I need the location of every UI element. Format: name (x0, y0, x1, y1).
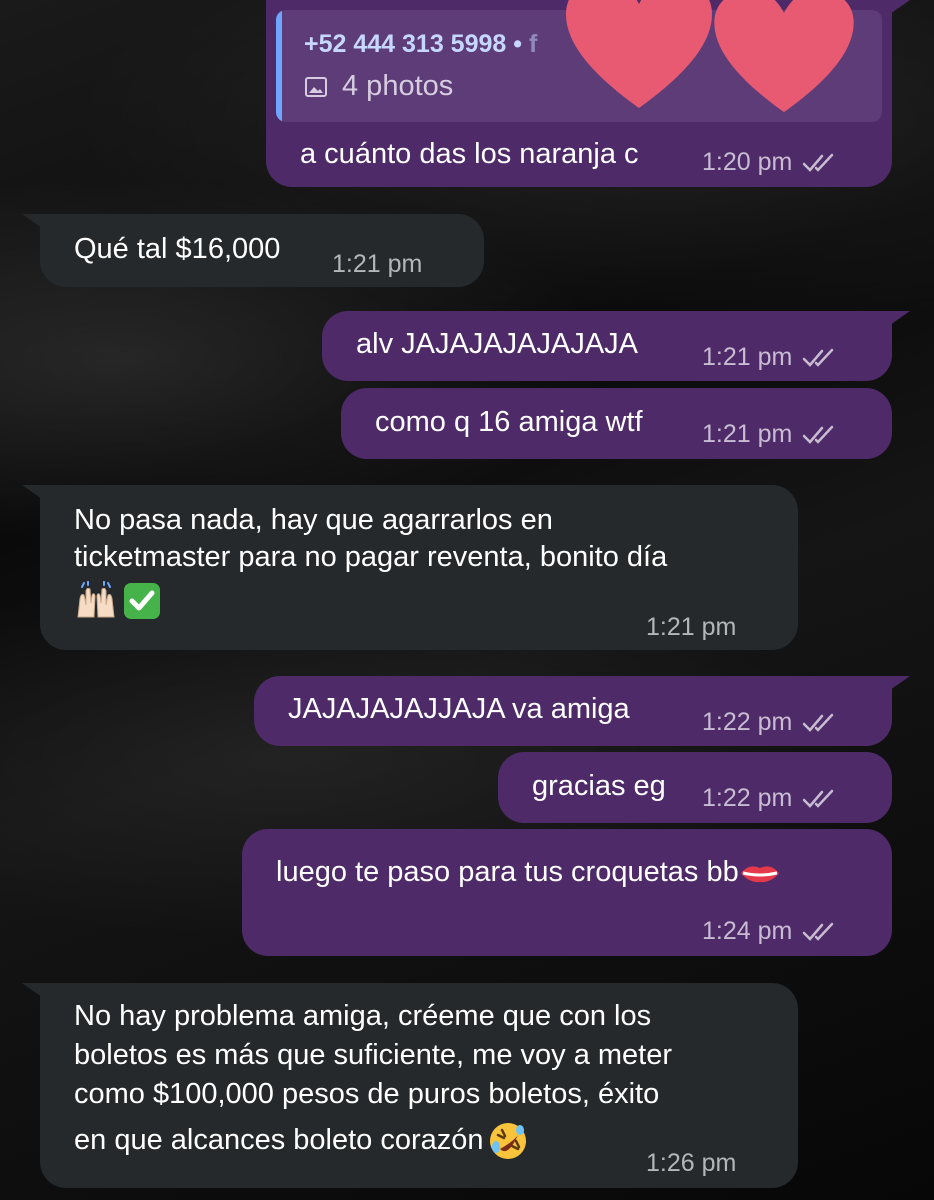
message-time: 1:24 pm (702, 917, 793, 945)
message-line-content: en que alcances boleto corazón (74, 1124, 484, 1156)
message-line: No pasa nada, hay que agarrarlos en (74, 504, 553, 536)
message-text: luego te paso para tus croquetas bb (276, 853, 781, 891)
message-time: 1:20 pm (702, 148, 793, 176)
message-text: a cuánto das los naranja c (300, 138, 639, 170)
message-meta: 1:26 pm (646, 1149, 736, 1178)
heart-sticker (714, 0, 854, 113)
message-meta: 1:21 pm (702, 343, 838, 372)
message-emojis (74, 581, 162, 621)
message-bubble-incoming[interactable]: Qué tal $16,000 1:21 pm (22, 214, 484, 287)
message-meta: 1:21 pm (702, 420, 838, 449)
message-time: 1:26 pm (646, 1149, 737, 1177)
message-meta: 1:20 pm (702, 148, 838, 177)
message-bubble-incoming[interactable]: No hay problema amiga, créeme que con lo… (22, 983, 798, 1188)
double-check-icon (803, 425, 834, 444)
image-icon (305, 76, 327, 97)
raising-hands-emoji (77, 581, 115, 618)
message-time: 1:22 pm (702, 708, 793, 736)
message-time: 1:21 pm (702, 343, 793, 371)
message-bubble-outgoing[interactable]: gracias eg 1:22 pm (498, 752, 892, 823)
message-text: gracias eg (532, 770, 666, 802)
message-meta: 1:21 pm (332, 250, 422, 279)
message-line: boletos es más que suficiente, me voy a … (74, 1039, 673, 1071)
reply-accent-bar (276, 10, 282, 122)
message-text: como q 16 amiga wtf (375, 406, 643, 438)
double-check-icon (803, 153, 834, 172)
lips-emoji (740, 866, 779, 883)
rolling-laughing-emoji (489, 1123, 526, 1160)
message-bubble-incoming[interactable]: No pasa nada, hay que agarrarlos en tick… (22, 485, 798, 650)
message-bubble-outgoing[interactable]: alv JAJAJAJAJAJAJA 1:21 pm (322, 311, 910, 381)
message-time: 1:21 pm (702, 420, 793, 448)
message-line: No hay problema amiga, créeme que con lo… (74, 1000, 652, 1032)
message-time: 1:22 pm (702, 784, 793, 812)
reply-attachment: 4 photos (304, 70, 453, 103)
message-text-content: luego te paso para tus croquetas bb (276, 856, 739, 888)
check-mark-button-emoji (124, 583, 160, 619)
message-meta: 1:21 pm (646, 613, 736, 642)
double-check-icon (803, 713, 834, 732)
message-time: 1:21 pm (646, 613, 737, 641)
message-bubble-outgoing[interactable]: como q 16 amiga wtf 1:21 pm (341, 388, 892, 459)
message-text: Qué tal $16,000 (74, 233, 281, 265)
message-bubble-outgoing[interactable]: luego te paso para tus croquetas bb 1:24… (242, 829, 892, 956)
double-check-icon (803, 922, 834, 941)
message-meta: 1:24 pm (702, 917, 838, 946)
message-line: en que alcances boleto corazón (74, 1121, 528, 1161)
message-text: JAJAJAJAJJAJA va amiga (288, 693, 630, 725)
message-bubble-outgoing[interactable]: JAJAJAJAJJAJA va amiga 1:22 pm (254, 676, 910, 746)
message-meta: 1:22 pm (702, 708, 838, 737)
message-line: como $100,000 pesos de puros boletos, éx… (74, 1078, 660, 1110)
message-line: ticketmaster para no pagar reventa, boni… (74, 541, 668, 573)
message-meta: 1:22 pm (702, 784, 838, 813)
double-check-icon (803, 789, 834, 808)
heart-sticker (566, 0, 712, 108)
reply-attachment-label: 4 photos (342, 70, 454, 102)
double-check-icon (803, 348, 834, 367)
message-text: alv JAJAJAJAJAJAJA (356, 328, 639, 360)
reply-sender: +52 444 313 5998 • f (304, 30, 538, 58)
message-time: 1:21 pm (332, 250, 423, 278)
